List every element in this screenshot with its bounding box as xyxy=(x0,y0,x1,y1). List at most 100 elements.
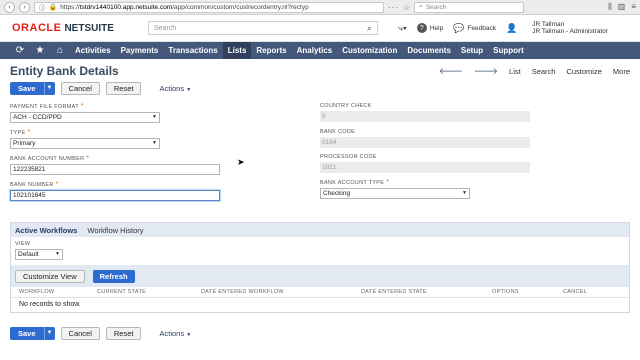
help-icon: ? xyxy=(416,23,427,33)
feedback-icon: 💬 xyxy=(453,22,465,33)
save-button[interactable]: Save xyxy=(10,81,44,95)
bank-code-field: 0164 xyxy=(320,137,530,148)
bank-number-field[interactable]: 102101645 xyxy=(10,190,220,201)
empty-message: No records to show. xyxy=(19,301,81,308)
bank-code-label: BANK CODE xyxy=(320,129,356,135)
reset-button-bottom[interactable]: Reset xyxy=(105,326,142,340)
bank-account-type-value: Checking xyxy=(323,190,351,197)
chevron-down-icon: ▼ xyxy=(462,190,467,196)
save-dropdown-icon[interactable]: ▼ xyxy=(43,81,55,95)
user-icon: 👤 xyxy=(505,22,518,33)
type-label: TYPE * xyxy=(10,129,31,136)
back-icon[interactable]: ‹ xyxy=(4,1,15,13)
page-actions-icon[interactable]: ··· xyxy=(388,3,399,12)
save-button-group: Save ▼ xyxy=(10,81,55,95)
tab-active-workflows[interactable]: Active Workflows xyxy=(15,226,77,235)
col-options[interactable]: OPTIONS xyxy=(492,289,563,295)
help-link[interactable]: ? Help xyxy=(416,23,444,33)
record-nav: 🡐 🡒 List Search Customize More xyxy=(439,66,630,77)
nav-reports[interactable]: Reports xyxy=(251,42,291,59)
lock-icon: 🔒 xyxy=(48,4,58,11)
save-dropdown-icon[interactable]: ▼ xyxy=(43,326,55,340)
global-search-input[interactable]: Search ⌕ xyxy=(148,21,378,35)
col-date-entered-state[interactable]: DATE ENTERED STATE xyxy=(361,289,492,295)
view-label: VIEW xyxy=(15,241,31,247)
mouse-cursor-icon: ➤ xyxy=(237,157,245,167)
page-content: Entity Bank Details 🡐 🡒 List Search Cust… xyxy=(0,63,640,340)
browser-toolbar: ‹ › ⓘ 🔒 https://tstdrv1440100.app.netsui… xyxy=(0,0,640,15)
country-check-field: 5 xyxy=(320,111,530,122)
menu-icon[interactable]: ≡ xyxy=(631,2,636,12)
bank-account-type-label: BANK ACCOUNT TYPE * xyxy=(320,179,390,186)
logo[interactable]: ORACLE NETSUITE xyxy=(12,22,148,34)
nav-customization[interactable]: Customization xyxy=(337,42,402,59)
nav-analytics[interactable]: Analytics xyxy=(292,42,338,59)
star-icon[interactable]: ★ xyxy=(30,45,50,56)
more-link[interactable]: More xyxy=(613,67,630,76)
nav-lists[interactable]: Lists xyxy=(222,42,252,59)
refresh-button[interactable]: Refresh xyxy=(92,269,135,283)
country-check-label: COUNTRY CHECK xyxy=(320,103,372,109)
actions-menu-bottom[interactable]: Actions ▼ xyxy=(159,329,191,338)
customize-view-button[interactable]: Customize View xyxy=(15,269,85,283)
search-link[interactable]: Search xyxy=(532,67,556,76)
bank-account-type-select[interactable]: Checking ▼ xyxy=(320,188,470,199)
url-path: /app/common/custom/custrecordentry.nl?re… xyxy=(172,3,309,11)
cancel-button[interactable]: Cancel xyxy=(60,81,100,95)
url-prefix: https:// xyxy=(60,3,80,11)
processor-code-field: 1021 xyxy=(320,162,530,173)
col-workflow[interactable]: WORKFLOW xyxy=(11,289,97,295)
recent-icon[interactable]: ⟳ xyxy=(10,45,30,56)
nav-documents[interactable]: Documents xyxy=(402,42,456,59)
view-select[interactable]: Default ▼ xyxy=(15,249,63,260)
payment-file-format-label: PAYMENT FILE FORMAT * xyxy=(10,103,84,110)
bank-account-number-label: BANK ACCOUNT NUMBER * xyxy=(10,155,90,162)
nav-activities[interactable]: Activities xyxy=(70,42,116,59)
chevron-down-icon: ▼ xyxy=(55,251,60,257)
recent-records-icon[interactable]: ⤷▾ xyxy=(398,23,407,34)
user-menu[interactable]: 👤 JR Tallman JR Tallman - Administrator xyxy=(506,21,608,35)
next-record-icon[interactable]: 🡒 xyxy=(474,66,498,77)
user-role: JR Tallman - Administrator xyxy=(532,28,608,35)
browser-search[interactable]: ⌕ Search xyxy=(414,1,525,13)
payment-file-format-select[interactable]: ACH - CCD/PPD ▼ xyxy=(10,112,160,123)
nav-support[interactable]: Support xyxy=(488,42,529,59)
nav-payments[interactable]: Payments xyxy=(116,42,164,59)
customize-link[interactable]: Customize xyxy=(566,67,601,76)
info-icon: ⓘ xyxy=(39,5,46,12)
address-bar[interactable]: ⓘ 🔒 https://tstdrv1440100.app.netsuite.c… xyxy=(34,1,384,13)
bank-account-number-field[interactable]: 122235821 xyxy=(10,164,220,175)
col-date-entered-workflow[interactable]: DATE ENTERED WORKFLOW xyxy=(201,289,361,295)
workflow-buttons: Customize View Refresh xyxy=(11,265,629,287)
search-icon[interactable]: ⌕ xyxy=(367,23,372,34)
reset-button[interactable]: Reset xyxy=(105,81,142,95)
netsuite-header: ORACLE NETSUITE Search ⌕ ⤷▾ ? Help 💬 Feedb… xyxy=(0,15,640,42)
workflow-tabs: Active Workflows Workflow History xyxy=(11,223,629,237)
nav-setup[interactable]: Setup xyxy=(456,42,488,59)
actions-label: Actions xyxy=(159,83,185,93)
home-icon[interactable]: ⌂ xyxy=(50,45,70,56)
nav-transactions[interactable]: Transactions xyxy=(163,42,222,59)
library-icon[interactable]: ⫼ xyxy=(608,2,612,12)
type-select[interactable]: Primary ▼ xyxy=(10,138,160,149)
previous-record-icon[interactable]: 🡐 xyxy=(439,66,463,77)
tab-workflow-history[interactable]: Workflow History xyxy=(87,226,143,235)
forward-icon[interactable]: › xyxy=(19,1,30,13)
url-host: tstdrv1440100.app.netsuite.com xyxy=(79,3,173,11)
workflow-table-header: WORKFLOW CURRENT STATE DATE ENTERED WORK… xyxy=(11,287,629,298)
bottom-button-row: Save ▼ Cancel Reset Actions ▼ xyxy=(10,326,630,340)
bookmark-icon[interactable]: ☆ xyxy=(403,3,410,12)
workflow-panel: Active Workflows Workflow History VIEW D… xyxy=(10,222,630,313)
col-cancel[interactable]: CANCEL xyxy=(563,289,587,295)
actions-menu[interactable]: Actions ▼ xyxy=(159,84,191,93)
chevron-down-icon: ▼ xyxy=(186,86,192,93)
main-nav: ⟳ ★ ⌂ Activities Payments Transactions L… xyxy=(0,42,640,59)
feedback-link[interactable]: 💬 Feedback xyxy=(453,23,496,34)
save-button-bottom[interactable]: Save xyxy=(10,326,44,340)
col-current-state[interactable]: CURRENT STATE xyxy=(97,289,201,295)
help-label: Help xyxy=(429,24,444,32)
list-link[interactable]: List xyxy=(509,67,521,76)
search-icon: ⌕ xyxy=(419,3,423,10)
cancel-button-bottom[interactable]: Cancel xyxy=(60,326,100,340)
sidebar-icon[interactable]: ▥ xyxy=(618,2,626,12)
